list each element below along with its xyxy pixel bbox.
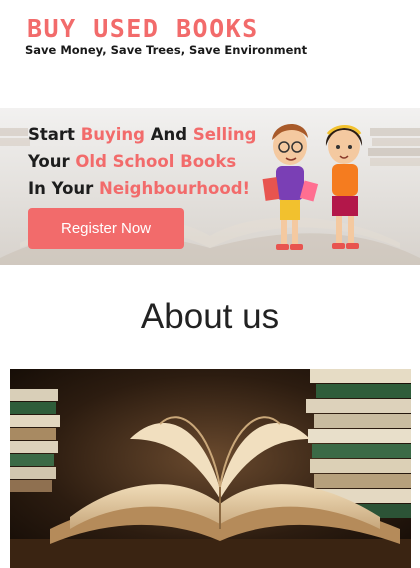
headline-highlight: Selling — [192, 125, 257, 144]
site-header: BUY USED BOOKS Save Money, Save Trees, S… — [0, 0, 420, 108]
headline-text: Your — [28, 152, 76, 171]
register-now-button[interactable]: Register Now — [28, 208, 184, 249]
hero-headline: Start Buying And Selling Your Old School… — [28, 121, 256, 202]
open-book-photo — [10, 369, 411, 568]
hero-line-3: In Your Neighbourhood! — [28, 175, 256, 202]
kids-with-books-illustration — [262, 123, 363, 250]
headline-text: In Your — [28, 179, 100, 198]
hero-line-1: Start Buying And Selling — [28, 121, 256, 148]
brand-logo[interactable]: BUY USED BOOKS — [27, 14, 259, 43]
brand-tagline: Save Money, Save Trees, Save Environment — [25, 43, 308, 57]
about-us-heading: About us — [140, 297, 280, 336]
headline-highlight: Neighbourhood! — [99, 179, 251, 198]
hero-line-2: Your Old School Books — [28, 148, 256, 175]
hero-banner: Start Buying And Selling Your Old School… — [0, 108, 420, 265]
headline-text: Start — [28, 125, 81, 144]
headline-highlight: Old School Books — [75, 152, 237, 171]
headline-text: And — [144, 125, 193, 144]
headline-highlight: Buying — [80, 125, 145, 144]
